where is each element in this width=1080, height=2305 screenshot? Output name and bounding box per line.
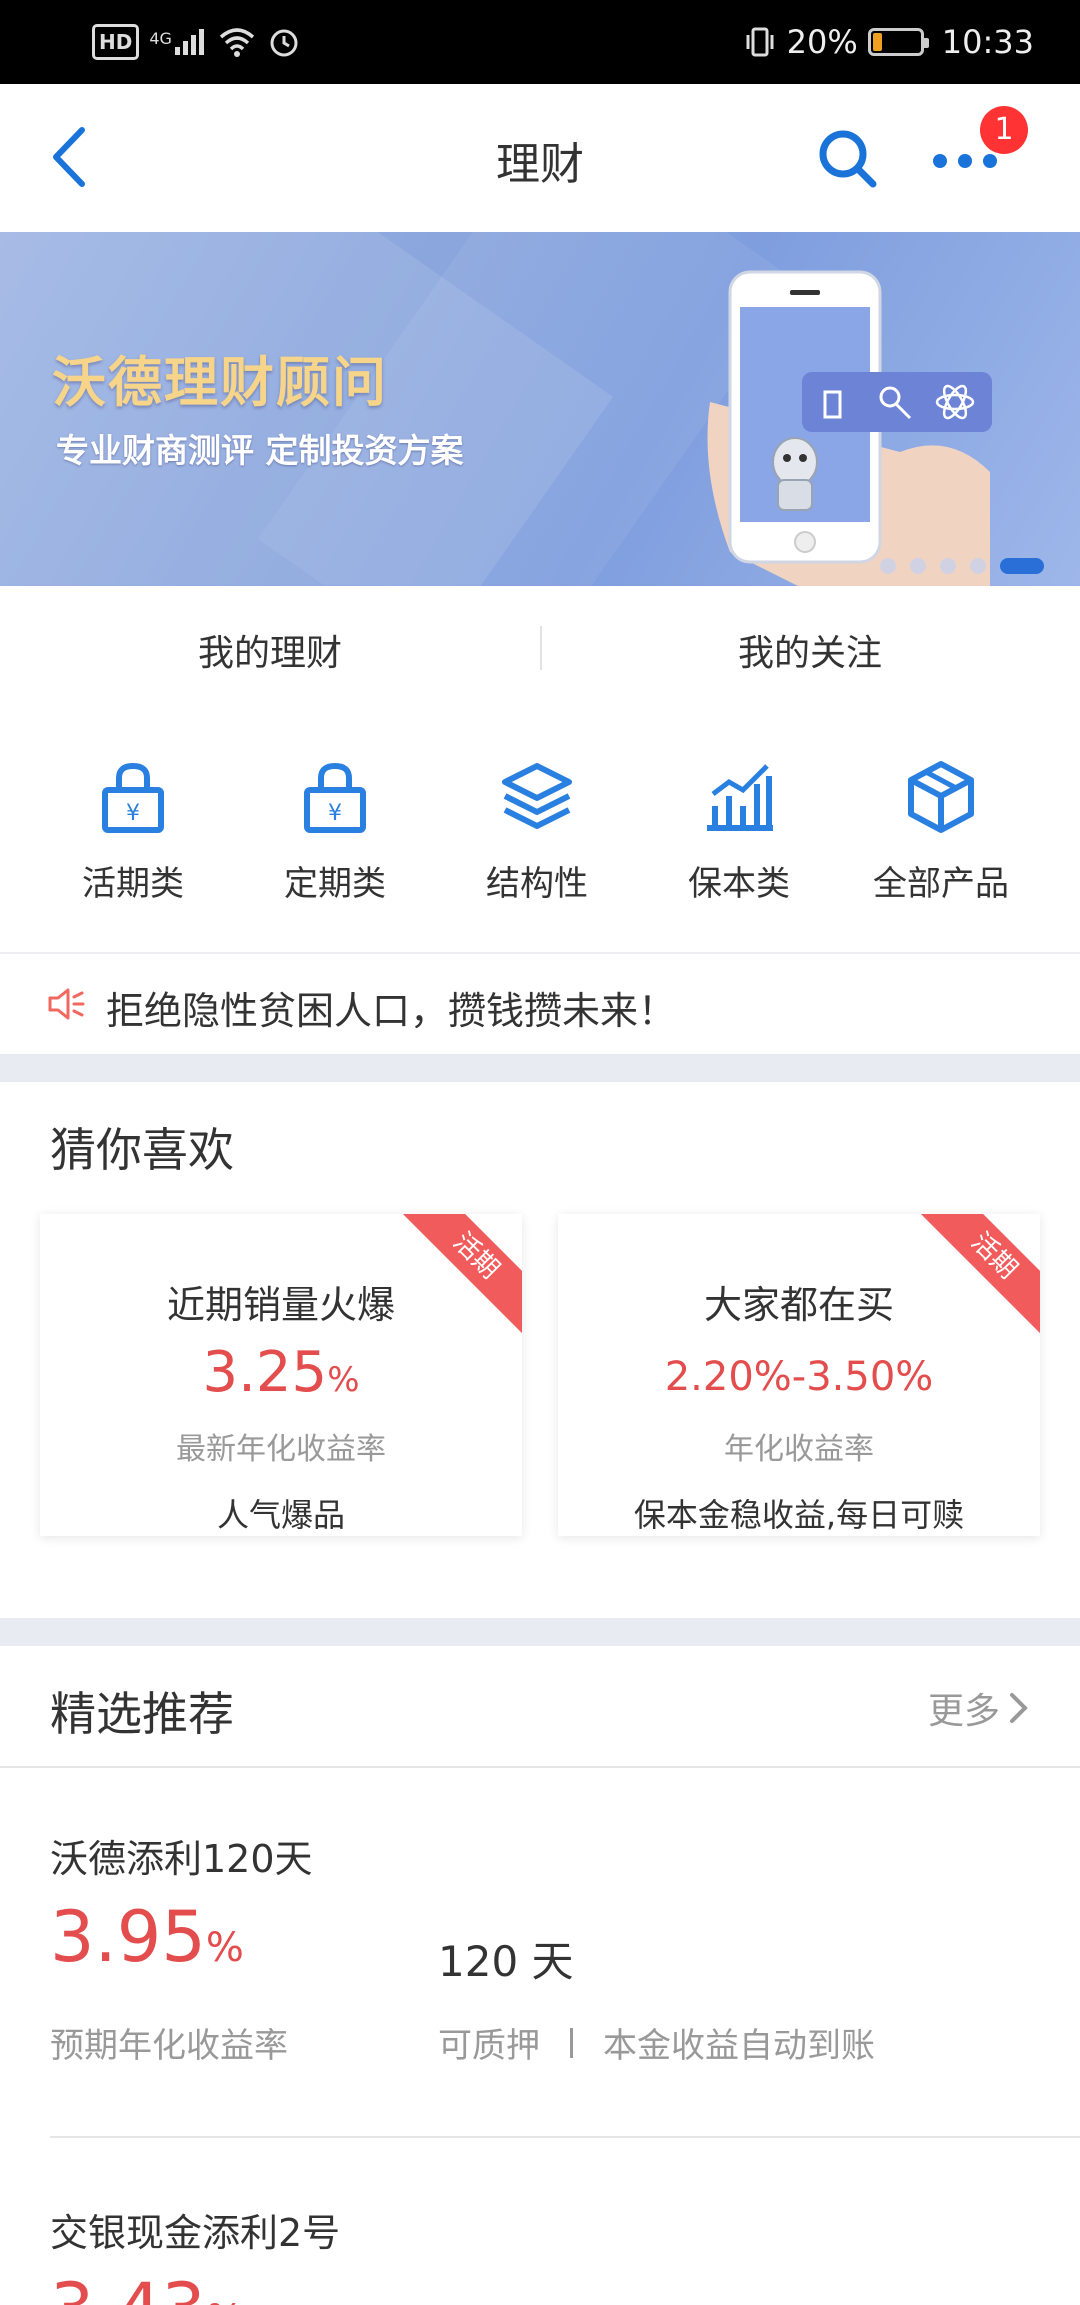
status-left: HD 4G <box>92 20 301 64</box>
clock: 10:33 <box>941 23 1034 61</box>
category-label: 活期类 <box>82 864 184 904</box>
carousel-dot[interactable] <box>970 558 986 574</box>
battery-percent: 20% <box>786 23 858 61</box>
rate-value: 3.43 <box>50 2268 206 2305</box>
wifi-icon <box>219 28 255 57</box>
product-rate: 3.95% <box>50 1896 244 1978</box>
battery-icon <box>867 28 929 56</box>
my-tabs: 我的理财 我的关注 <box>0 586 1080 704</box>
category-current[interactable]: ¥ 活期类 <box>32 756 234 905</box>
carousel-dot[interactable] <box>880 558 896 574</box>
category-label: 保本类 <box>688 864 790 904</box>
phone-robot-illustration <box>707 270 992 586</box>
alarm-icon <box>270 29 298 57</box>
section-title: 猜你喜欢 <box>50 1123 234 1177</box>
rate-range: 2.20%-3.50% <box>664 1354 934 1400</box>
product-term: 120 天 <box>438 1937 574 1986</box>
search-icon[interactable] <box>815 126 879 190</box>
svg-text:¥: ¥ <box>126 801 140 826</box>
notice-text: 拒绝隐性贫困人口，攒钱攒未来！ <box>106 989 677 1033</box>
notice-bar[interactable]: 拒绝隐性贫困人口，攒钱攒未来！ <box>0 954 1080 1054</box>
status-bar: HD 4G 20% 10:33 <box>0 0 1080 84</box>
carousel-indicator <box>880 558 1044 574</box>
svg-text:¥: ¥ <box>328 801 342 826</box>
tab-my-follow[interactable]: 我的关注 <box>540 624 1080 676</box>
feature-pledge: 可质押 <box>438 2026 540 2066</box>
card-title: 近期销量火爆 <box>166 1283 395 1327</box>
category-fixed[interactable]: ¥ 定期类 <box>234 756 436 905</box>
product-item[interactable]: 交银现金添利2号 3.43% <box>0 2138 1080 2305</box>
rate-value: 3.25 <box>202 1340 328 1405</box>
lock-yen-icon: ¥ <box>304 762 366 833</box>
product-name: 交银现金添利2号 <box>50 2211 341 2255</box>
promo-banner[interactable]: 沃德理财顾问 专业财商测评 定制投资方案 <box>0 232 1080 586</box>
section-title: 精选推荐 <box>50 1687 234 1741</box>
vibrate-icon <box>746 27 774 57</box>
card-title: 大家都在买 <box>703 1283 894 1327</box>
speaker-icon <box>48 988 85 1020</box>
category-all[interactable]: 全部产品 <box>840 756 1042 905</box>
category-label: 定期类 <box>284 864 386 904</box>
rate-value: 3.95 <box>50 1896 206 1978</box>
rate-unit: % <box>327 1360 360 1400</box>
lock-yen-icon: ¥ <box>102 762 164 833</box>
more-options-icon[interactable] <box>930 146 1000 176</box>
hd-icon: HD <box>92 24 140 60</box>
card-tag: 人气爆品 <box>216 1496 345 1534</box>
layers-icon <box>502 763 572 829</box>
notification-badge: 1 <box>980 106 1028 154</box>
category-label: 全部产品 <box>873 864 1009 904</box>
carousel-dot[interactable] <box>940 558 956 574</box>
carousel-dot-active[interactable] <box>1000 558 1044 574</box>
nav-bar: 理财 1 <box>0 84 1080 232</box>
carousel-dot[interactable] <box>910 558 926 574</box>
rate-label: 最新年化收益率 <box>176 1432 386 1467</box>
product-item[interactable]: 沃德添利120天 3.95% 120 天 预期年化收益率 可质押 本金收益自动到… <box>0 1768 1080 2136</box>
category-label: 结构性 <box>486 864 588 904</box>
page-title: 理财 <box>496 139 584 190</box>
category-structured[interactable]: 结构性 <box>436 756 638 905</box>
status-right: 20% 10:33 <box>743 18 1034 66</box>
featured-header: 精选推荐 更多 <box>0 1646 1080 1768</box>
cube-icon <box>908 761 974 833</box>
product-name: 沃德添利120天 <box>50 1837 313 1881</box>
feature-divider <box>570 2027 573 2058</box>
product-card[interactable]: 活期 近期销量火爆 3.25% 最新年化收益率 人气爆品 <box>40 1214 522 1536</box>
rate-label: 预期年化收益率 <box>50 2026 288 2066</box>
signal-icon: 4G <box>149 29 207 55</box>
category-principal[interactable]: 保本类 <box>638 756 840 905</box>
guess-section: 猜你喜欢 活期 近期销量火爆 3.25% 最新年化收益率 人气爆品 活期 大家都… <box>0 1082 1080 1618</box>
feature-auto-credit: 本金收益自动到账 <box>603 2026 875 2066</box>
product-rate: 3.43% <box>50 2268 244 2305</box>
tab-my-finance[interactable]: 我的理财 <box>0 624 540 676</box>
more-label: 更多 <box>927 1691 1000 1732</box>
product-features: 可质押 本金收益自动到账 <box>438 2018 875 2067</box>
category-grid: ¥ 活期类 ¥ 定期类 结构性 保本类 全部产品 <box>0 704 1080 952</box>
network-label: 4G <box>149 29 172 48</box>
rate-unit: % <box>206 2297 244 2305</box>
banner-subline: 专业财商测评 定制投资方案 <box>56 431 464 470</box>
bar-chart-icon <box>707 764 773 831</box>
chevron-right-icon <box>1010 1693 1028 1723</box>
product-card[interactable]: 活期 大家都在买 2.20%-3.50% 年化收益率 保本金稳收益,每日可赎 <box>558 1214 1040 1536</box>
rate-unit: % <box>205 1925 244 1971</box>
section-gap <box>0 1618 1080 1646</box>
rate-label: 年化收益率 <box>724 1432 874 1467</box>
card-rate: 3.25% <box>40 1340 522 1405</box>
more-link[interactable]: 更多 <box>928 1682 1030 1734</box>
banner-headline: 沃德理财顾问 <box>52 351 388 414</box>
card-tag: 保本金稳收益,每日可赎 <box>633 1496 965 1534</box>
section-gap <box>0 1054 1080 1082</box>
